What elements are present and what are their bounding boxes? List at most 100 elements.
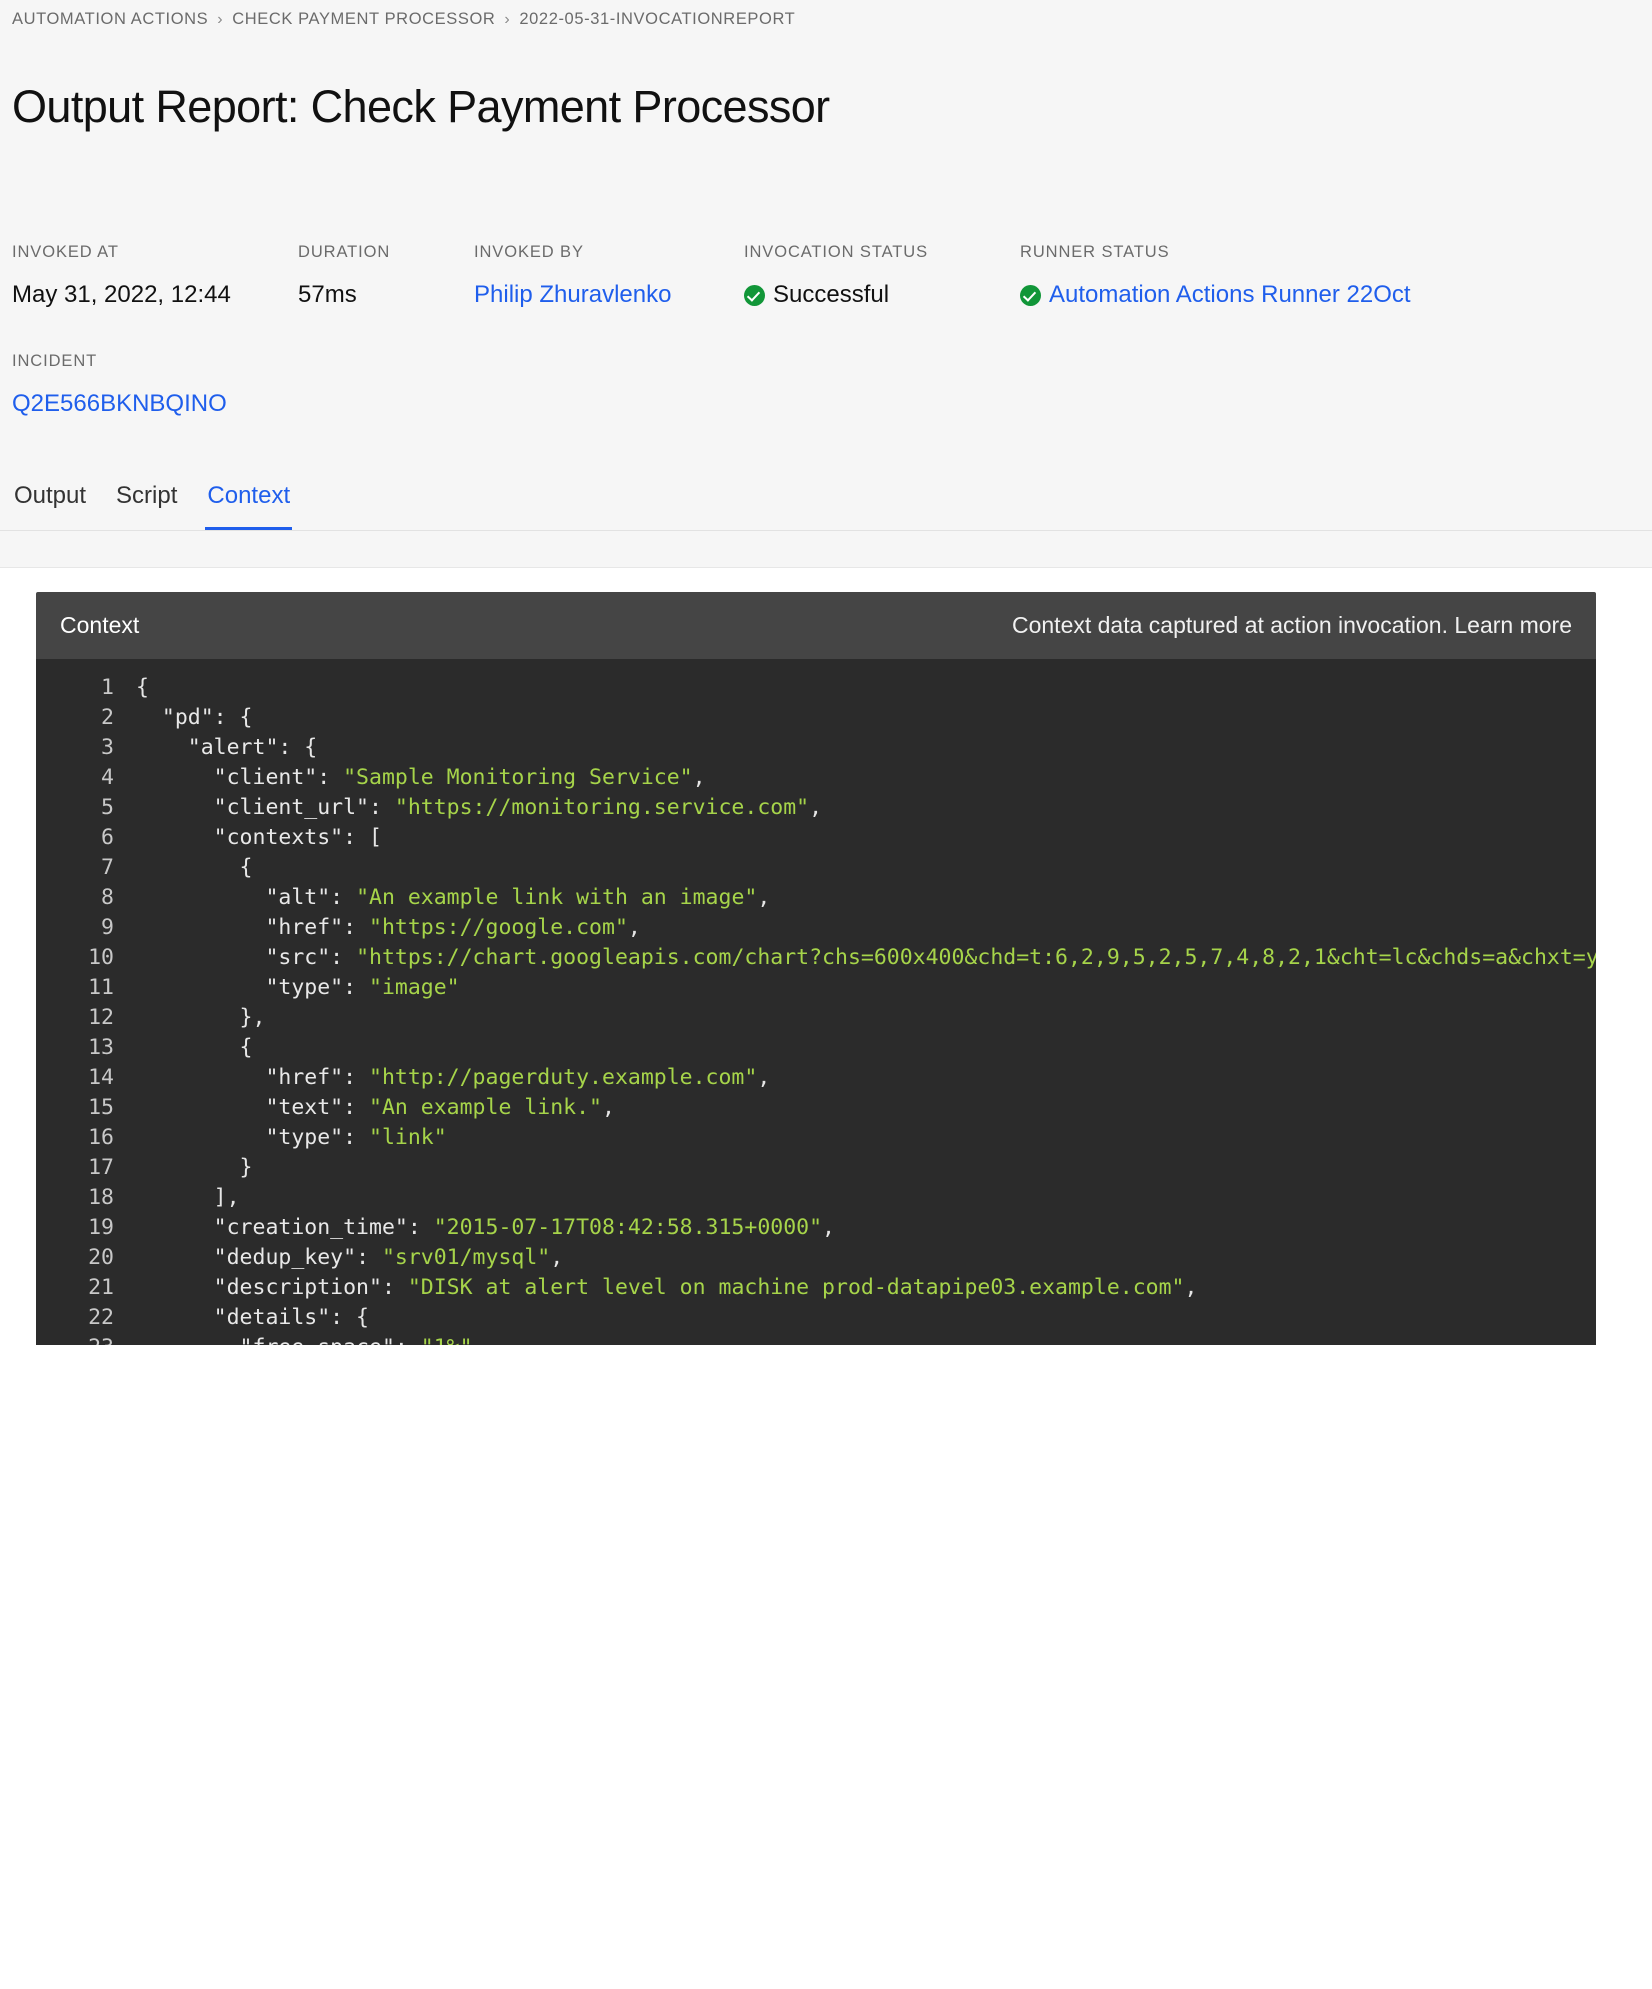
code-line: 9 "href": "https://google.com",: [36, 913, 1596, 943]
breadcrumb-item-invocation-report: 2022-05-31-INVOCATIONREPORT: [519, 10, 796, 28]
code-line: 23 "free space": "1%",: [36, 1333, 1596, 1345]
code-line-text: "alt": "An example link with an image",: [136, 885, 771, 910]
line-number: 17: [88, 1155, 114, 1180]
code-line-text: "creation_time": "2015-07-17T08:42:58.31…: [136, 1215, 835, 1240]
line-number: 10: [88, 945, 114, 970]
code-line: 5 "client_url": "https://monitoring.serv…: [36, 793, 1596, 823]
line-number: 21: [88, 1275, 114, 1300]
code-line: 7 {: [36, 853, 1596, 883]
invocation-metadata: INVOKED AT May 31, 2022, 12:44 DURATION …: [0, 243, 1652, 418]
code-line-text: "details": {: [136, 1305, 370, 1330]
runner-status-link[interactable]: Automation Actions Runner 22Oct: [1049, 281, 1411, 309]
check-circle-icon: [744, 284, 765, 306]
check-circle-icon: [1020, 284, 1041, 306]
line-number: 20: [88, 1245, 114, 1270]
metadata-incident: INCIDENT Q2E566BKNBQINO: [12, 352, 298, 418]
metadata-row-primary: INVOKED AT May 31, 2022, 12:44 DURATION …: [12, 243, 1652, 309]
line-number: 18: [88, 1185, 114, 1210]
code-line: 14 "href": "http://pagerduty.example.com…: [36, 1063, 1596, 1093]
chevron-right-icon: ›: [217, 10, 224, 28]
code-line-text: "contexts": [: [136, 825, 382, 850]
code-line: 20 "dedup_key": "srv01/mysql",: [36, 1243, 1596, 1273]
code-line-text: {: [136, 675, 149, 700]
metadata-incident-label: INCIDENT: [12, 352, 98, 370]
line-number: 19: [88, 1215, 114, 1240]
line-number: 13: [88, 1035, 114, 1060]
metadata-invoked-at-value: May 31, 2022, 12:44: [12, 281, 298, 309]
code-line-text: "text": "An example link.",: [136, 1095, 615, 1120]
line-number: 5: [101, 795, 114, 820]
line-number: 3: [101, 735, 114, 760]
line-number: 7: [101, 855, 114, 880]
line-number: 1: [101, 675, 114, 700]
code-line: 10 "src": "https://chart.googleapis.com/…: [36, 943, 1596, 973]
code-line-text: "client_url": "https://monitoring.servic…: [136, 795, 823, 820]
code-line-text: {: [136, 1035, 253, 1060]
context-json-viewer[interactable]: 1{2 "pd": {3 "alert": {4 "client": "Samp…: [36, 659, 1596, 1345]
metadata-invoked-by-label: INVOKED BY: [474, 243, 584, 261]
metadata-runner-status-label: RUNNER STATUS: [1020, 243, 1170, 261]
code-line: 16 "type": "link": [36, 1123, 1596, 1153]
line-number: 12: [88, 1005, 114, 1030]
metadata-runner-status: RUNNER STATUS Automation Actions Runner …: [1020, 243, 1440, 309]
metadata-invoked-by-value: Philip Zhuravlenko: [474, 281, 744, 309]
code-line: 11 "type": "image": [36, 973, 1596, 1003]
metadata-row-secondary: INCIDENT Q2E566BKNBQINO: [12, 352, 1652, 418]
metadata-invoked-at-label: INVOKED AT: [12, 243, 119, 261]
code-line-text: "alert": {: [136, 735, 318, 760]
tab-context[interactable]: Context: [205, 482, 292, 530]
code-line-text: ],: [136, 1185, 240, 1210]
tab-output[interactable]: Output: [12, 482, 88, 530]
context-code-header: Context Context data captured at action …: [36, 592, 1596, 659]
line-number: 2: [101, 705, 114, 730]
line-number: 9: [101, 915, 114, 940]
tab-script[interactable]: Script: [114, 482, 179, 530]
code-line-text: "href": "https://google.com",: [136, 915, 641, 940]
metadata-invocation-status-value: Successful: [744, 281, 1020, 309]
line-number: 6: [101, 825, 114, 850]
line-number: 23: [36, 1333, 136, 1345]
page-title: Output Report: Check Payment Processor: [12, 81, 830, 132]
code-line-text: "free space": "1%",: [136, 1333, 486, 1345]
metadata-invocation-status-label: INVOCATION STATUS: [744, 243, 928, 261]
line-number: 22: [88, 1305, 114, 1330]
incident-link[interactable]: Q2E566BKNBQINO: [12, 390, 227, 418]
code-line-text: "src": "https://chart.googleapis.com/cha…: [136, 945, 1596, 970]
context-panel-title: Context: [60, 612, 140, 638]
breadcrumb-item-check-payment-processor[interactable]: CHECK PAYMENT PROCESSOR: [232, 10, 495, 29]
breadcrumb: AUTOMATION ACTIONS › CHECK PAYMENT PROCE…: [0, 0, 1652, 29]
metadata-duration-label: DURATION: [298, 243, 391, 261]
code-line-text: "client": "Sample Monitoring Service",: [136, 765, 706, 790]
code-line: 18 ],: [36, 1183, 1596, 1213]
duration-text: 57ms: [298, 281, 357, 308]
status-badge: Successful: [773, 281, 890, 308]
line-number: 16: [88, 1125, 114, 1150]
metadata-runner-status-value: Automation Actions Runner 22Oct: [1020, 281, 1440, 309]
context-panel-hint[interactable]: Context data captured at action invocati…: [1012, 612, 1572, 639]
metadata-duration-value: 57ms: [298, 281, 474, 309]
code-line-text: "type": "link": [136, 1125, 447, 1150]
code-line-text: "href": "http://pagerduty.example.com",: [136, 1065, 771, 1090]
code-line: 6 "contexts": [: [36, 823, 1596, 853]
code-line-text: {: [136, 855, 253, 880]
context-code-card: Context Context data captured at action …: [36, 592, 1596, 1345]
code-line-text: "description": "DISK at alert level on m…: [136, 1275, 1198, 1300]
line-number: 15: [88, 1095, 114, 1120]
code-line: 12 },: [36, 1003, 1596, 1033]
tab-bar: Output Script Context: [0, 482, 1652, 531]
chevron-right-icon: ›: [504, 10, 511, 28]
code-line-text: },: [136, 1005, 266, 1030]
invoked-by-link[interactable]: Philip Zhuravlenko: [474, 281, 671, 309]
code-line: 8 "alt": "An example link with an image"…: [36, 883, 1596, 913]
code-line: 19 "creation_time": "2015-07-17T08:42:58…: [36, 1213, 1596, 1243]
code-line: 4 "client": "Sample Monitoring Service",: [36, 763, 1596, 793]
tab-panel-context: Context Context data captured at action …: [0, 567, 1652, 1989]
code-line-text: "type": "image": [136, 975, 460, 1000]
code-line: 22 "details": {: [36, 1303, 1596, 1333]
metadata-invoked-at: INVOKED AT May 31, 2022, 12:44: [12, 243, 298, 309]
code-line-text: "dedup_key": "srv01/mysql",: [136, 1245, 564, 1270]
metadata-incident-value: Q2E566BKNBQINO: [12, 390, 298, 418]
metadata-duration: DURATION 57ms: [298, 243, 474, 309]
breadcrumb-item-automation-actions[interactable]: AUTOMATION ACTIONS: [12, 10, 208, 29]
line-number: 14: [88, 1065, 114, 1090]
